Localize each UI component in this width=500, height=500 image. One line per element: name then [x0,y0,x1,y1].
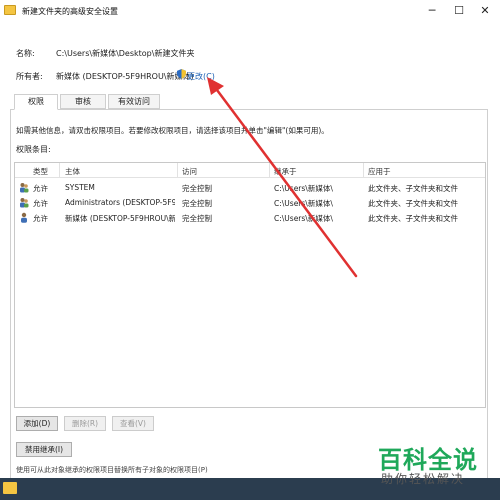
user-group-icon [20,183,29,193]
row-type: 允许 [33,184,48,193]
row-applies: 此文件夹、子文件夹和文件 [368,199,458,208]
permission-table: 类型 主体 访问 继承于 应用于 允许 SYSTEM 完全控制 C:\Users… [14,162,486,408]
watermark-subtitle: 助你轻松解决 [381,472,466,486]
shield-icon [177,69,186,79]
entries-label: 权限条目: [16,145,51,154]
column-principal[interactable]: 主体 [65,166,80,177]
column-type[interactable]: 类型 [33,166,48,177]
name-value: C:\Users\新媒体\Desktop\新建文件夹 [56,49,195,58]
close-button[interactable]: ✕ [478,4,492,18]
row-type: 允许 [33,214,48,223]
row-type: 允许 [33,199,48,208]
file-explorer-icon[interactable] [3,482,17,494]
row-access: 完全控制 [182,214,212,223]
table-row[interactable]: 允许 Administrators (DESKTOP-5F9HR... 完全控制… [15,196,485,210]
column-access[interactable]: 访问 [182,166,197,177]
maximize-button[interactable]: ☐ [452,4,466,18]
window-title: 新建文件夹的高级安全设置 [22,7,118,16]
folder-icon [4,5,16,15]
tab-permissions[interactable]: 权限 [14,94,58,110]
replace-child-permissions-checkbox-label[interactable]: 使用可从此对象继承的权限项目替换所有子对象的权限项目(P) [16,465,362,475]
instruction-text: 如需其他信息，请双击权限项目。若要修改权限项目，请选择该项目并单击"编辑"(如果… [16,126,329,135]
row-access: 完全控制 [182,184,212,193]
table-header: 类型 主体 访问 继承于 应用于 [15,163,485,178]
row-inherited: C:\Users\新媒体\ [274,184,333,193]
user-group-icon [20,198,29,208]
table-row[interactable]: 允许 新媒体 (DESKTOP-5F9HROU\新媒... 完全控制 C:\Us… [15,211,485,225]
owner-value: 新媒体 (DESKTOP-5F9HROU\新媒体) [56,72,194,81]
view-button[interactable]: 查看(V) [112,416,154,431]
row-inherited: C:\Users\新媒体\ [274,214,333,223]
column-inherited-from[interactable]: 继承于 [274,166,297,177]
change-owner-link[interactable]: 更改(C) [187,71,215,82]
row-principal: Administrators (DESKTOP-5F9HR... [65,198,175,207]
title-bar: 新建文件夹的高级安全设置 ─ ☐ ✕ [0,0,500,24]
minimize-button[interactable]: ─ [425,4,439,18]
add-button[interactable]: 添加(D) [16,416,58,431]
owner-label: 所有者: [16,72,43,81]
user-icon [21,212,27,223]
row-access: 完全控制 [182,199,212,208]
row-principal: SYSTEM [65,183,95,192]
row-applies: 此文件夹、子文件夹和文件 [368,184,458,193]
column-applies-to[interactable]: 应用于 [368,166,391,177]
name-label: 名称: [16,49,35,58]
row-inherited: C:\Users\新媒体\ [274,199,333,208]
table-row[interactable]: 允许 SYSTEM 完全控制 C:\Users\新媒体\ 此文件夹、子文件夹和文… [15,181,485,195]
remove-button[interactable]: 删除(R) [64,416,106,431]
row-applies: 此文件夹、子文件夹和文件 [368,214,458,223]
tab-effective-access[interactable]: 有效访问 [108,94,160,109]
disable-inheritance-button[interactable]: 禁用继承(I) [16,442,72,457]
tab-auditing[interactable]: 审核 [60,94,106,109]
row-principal: 新媒体 (DESKTOP-5F9HROU\新媒... [65,214,175,223]
